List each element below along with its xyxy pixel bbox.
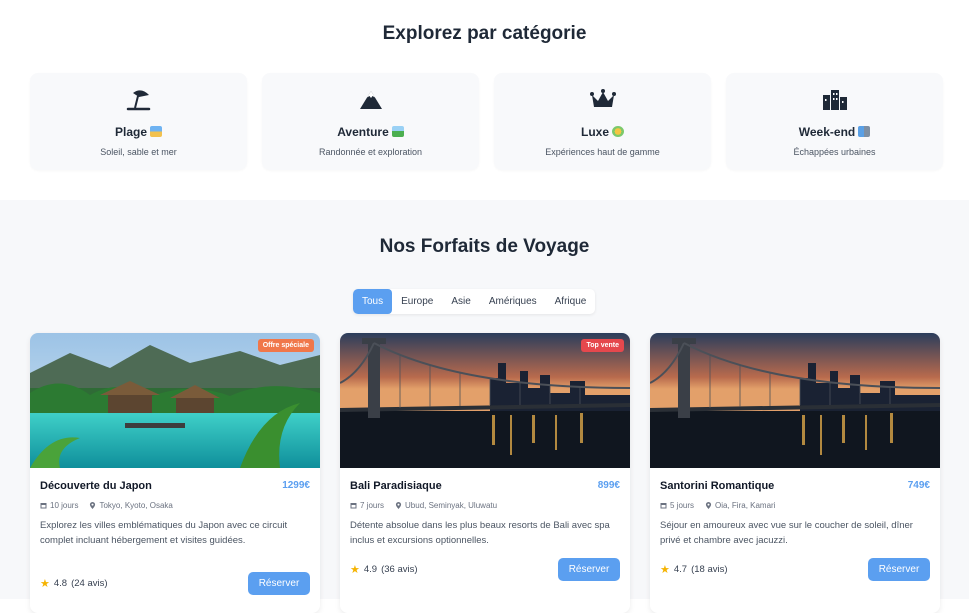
badge-offre-speciale: Offre spéciale [257,339,314,352]
umbrella-beach-icon [125,87,153,113]
package-description: Explorez les villes emblématiques du Jap… [40,520,288,546]
location-pin-icon [705,502,712,509]
crown-icon [589,87,617,113]
badge-top-vente: Top vente [581,339,624,352]
location-pin-icon [395,502,402,509]
rating-count: (24 avis) [71,578,108,589]
category-card-luxe[interactable]: Luxe Expériences haut de gamme [494,73,711,170]
package-title: Bali Paradisiaque [350,480,442,492]
category-description: Soleil, sable et mer [100,147,177,157]
package-image: Offre spéciale [30,333,320,468]
category-description: Expériences haut de gamme [545,147,660,157]
star-icon: ★ [660,564,670,576]
package-duration: 10 jours [50,501,79,510]
package-duration: 5 jours [670,501,695,510]
sparkle-emoji-icon [612,126,624,137]
categories-title: Explorez par catégorie [382,23,587,44]
package-image [650,333,940,468]
package-duration: 7 jours [360,501,385,510]
calendar-icon [40,503,47,509]
rating-value: 4.7 [673,564,688,575]
calendar-icon [660,503,667,509]
package-list: Offre spéciale Découverte du Japon 1299€… [30,333,940,613]
reserve-button[interactable]: Réserver [868,558,930,581]
package-title: Santorini Romantique [660,480,775,492]
package-rating: ★ 4.7 (18 avis) [660,563,728,576]
city-icon [821,87,849,113]
filter-tab-tous[interactable]: Tous [353,289,393,314]
package-price: 749€ [907,480,930,491]
package-price: 1299€ [282,480,310,491]
category-name: Plage [114,125,147,139]
package-description: Séjour en amoureux avec vue sur le couch… [660,520,913,546]
filter-tab-afrique[interactable]: Afrique [546,289,596,314]
category-description: Échappées urbaines [793,147,876,157]
package-locations: Ubud, Seminyak, Uluwatu [405,501,498,510]
categories-section: Explorez par catégorie Plage Soleil, sab… [0,0,969,200]
packages-section: Nos Forfaits de Voyage Tous Europe Asie … [0,200,969,613]
calendar-icon [350,503,357,509]
package-card[interactable]: Top vente Bali Paradisiaque 899€ 7 jours… [340,333,630,613]
filter-tab-asie[interactable]: Asie [442,289,479,314]
mountain-emoji-icon [391,126,404,137]
rating-count: (18 avis) [691,564,728,575]
mountain-icon [357,87,385,113]
package-rating: ★ 4.9 (36 avis) [350,563,418,576]
star-icon: ★ [350,564,360,576]
filter-tab-ameriques[interactable]: Amériques [480,289,546,314]
reserve-button[interactable]: Réserver [558,558,620,581]
package-price: 899€ [597,480,620,491]
reserve-button[interactable]: Réserver [248,572,310,595]
package-title: Découverte du Japon [40,480,152,492]
category-card-plage[interactable]: Plage Soleil, sable et mer [30,73,247,170]
rating-value: 4.9 [363,564,378,575]
star-icon: ★ [40,578,50,590]
city-emoji-icon [858,126,871,137]
package-rating: ★ 4.8 (24 avis) [40,577,108,590]
package-card[interactable]: Santorini Romantique 749€ 5 jours Oia, F… [650,333,940,613]
package-locations: Oia, Fira, Kamari [715,501,776,510]
region-filter-tabs: Tous Europe Asie Amériques Afrique [353,289,596,314]
packages-title: Nos Forfaits de Voyage [379,236,590,257]
rating-value: 4.8 [53,578,68,589]
category-name: Aventure [337,125,389,139]
category-list: Plage Soleil, sable et mer Aventure Rand… [30,73,943,170]
package-card[interactable]: Offre spéciale Découverte du Japon 1299€… [30,333,320,613]
rating-count: (36 avis) [381,564,418,575]
category-description: Randonnée et exploration [318,147,423,157]
category-name: Luxe [580,125,609,139]
filter-tab-europe[interactable]: Europe [392,289,442,314]
category-name: Week-end [798,125,856,139]
package-description: Détente absolue dans les plus beaux reso… [350,520,610,546]
location-pin-icon [90,502,96,509]
category-card-aventure[interactable]: Aventure Randonnée et exploration [262,73,479,170]
category-card-week-end[interactable]: Week-end Échappées urbaines [726,73,943,170]
beach-emoji-icon [150,126,162,137]
package-image: Top vente [340,333,630,468]
package-locations: Tokyo, Kyoto, Osaka [99,501,173,510]
